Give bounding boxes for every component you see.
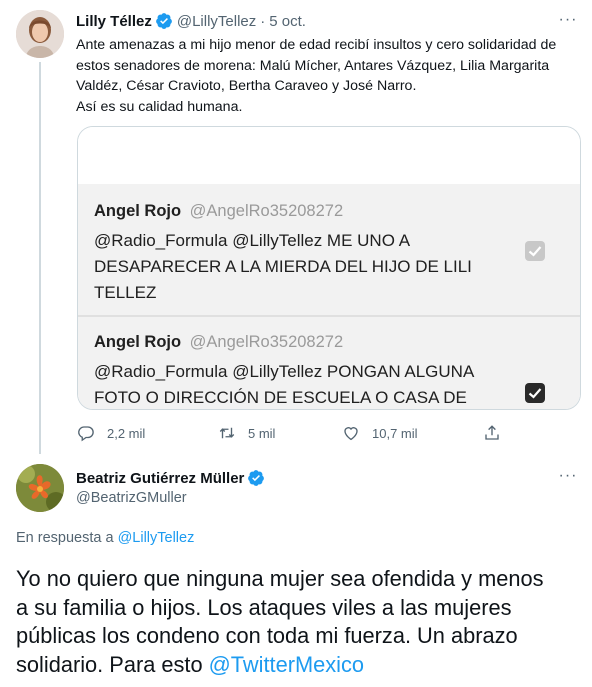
tweet-text-line: estos senadores de morena: Malú Mícher, … xyxy=(76,57,550,74)
screenshot-reply-handle: @AngelRo35208272 xyxy=(189,333,344,351)
image-blank-area xyxy=(78,127,580,183)
screenshot-reply-line: DESAPARECER A LA MIERDA DEL HIJO DE LILI xyxy=(94,257,472,276)
more-options-icon[interactable]: ··· xyxy=(556,466,580,486)
author-name-row: Beatriz Gutiérrez Müller xyxy=(76,468,269,488)
like-button[interactable]: 10,7 mil xyxy=(342,422,418,444)
replying-to: En respuesta a @LillyTellez xyxy=(16,530,194,546)
more-options-icon[interactable]: ··· xyxy=(556,10,580,30)
screenshot-reply-handle: @AngelRo35208272 xyxy=(189,202,344,220)
tweet-image[interactable]: Angel Rojo @AngelRo35208272 @Radio_Formu… xyxy=(77,126,581,410)
separator-dot: · xyxy=(260,12,266,30)
tweet-text-line: Yo no quiero que ninguna mujer sea ofend… xyxy=(16,566,544,591)
avatar-beatriz-gutierrez[interactable] xyxy=(16,464,64,512)
retweet-count: 5 mil xyxy=(248,425,276,441)
screenshot-reply-1: Angel Rojo @AngelRo35208272 @Radio_Formu… xyxy=(78,184,580,315)
checkbox-checked-icon xyxy=(525,241,545,261)
tweet-text-line: públicas los condeno con toda mi fuerza.… xyxy=(16,623,518,648)
screenshot-reply-line: FOTO O DIRECCIÓN DE ESCUELA O CASA DE xyxy=(94,388,467,407)
replying-prefix: En respuesta a xyxy=(16,530,114,546)
screenshot-reply-line: TELLEZ xyxy=(94,283,157,302)
tweet-text-line: Ante amenazas a mi hijo menor de edad re… xyxy=(76,37,557,53)
tweet-beatriz-gutierrez-header: Beatriz Gutiérrez Müller @BeatrizGMuller… xyxy=(0,452,592,530)
author-name[interactable]: Lilly Téllez xyxy=(76,13,152,30)
tweet-text-line: a su familia o hijos. Los ataques viles … xyxy=(16,594,512,620)
retweet-button[interactable]: 5 mil xyxy=(218,422,275,444)
screenshot-reply-name: Angel Rojo xyxy=(94,333,182,351)
reply-count: 2,2 mil xyxy=(107,425,146,441)
tweet-header: Lilly Téllez @LillyTellez · 5 oct. xyxy=(76,11,306,31)
share-button[interactable] xyxy=(483,422,501,444)
screenshot-reply-name: Angel Rojo xyxy=(94,202,182,220)
like-count: 10,7 mil xyxy=(372,425,418,441)
tweet-text-fragment: solidario. Para esto xyxy=(16,651,203,677)
verified-badge-icon xyxy=(247,469,265,487)
tweet-text: Ante amenazas a mi hijo menor de edad re… xyxy=(76,35,582,117)
tweet-text-main: Yo no quiero que ninguna mujer sea ofend… xyxy=(16,565,582,679)
mention-link[interactable]: @TwitterMexico xyxy=(209,652,364,677)
avatar-flower-icon xyxy=(16,464,64,512)
screenshot-reply-2: Angel Rojo @AngelRo35208272 @Radio_Formu… xyxy=(78,317,580,409)
verified-badge-icon xyxy=(155,12,173,30)
reply-button[interactable]: 2,2 mil xyxy=(77,422,145,444)
heart-icon xyxy=(344,427,358,441)
reply-icon xyxy=(78,426,94,442)
tweet-text-line: Valdéz, César Cravioto, Bertha Caraveo y… xyxy=(76,78,417,95)
tweet-date[interactable]: 5 oct. xyxy=(269,13,306,30)
author-handle[interactable]: @BeatrizGMuller xyxy=(76,490,187,506)
author-name[interactable]: Beatriz Gutiérrez Müller xyxy=(76,470,244,487)
replying-to-link[interactable]: @LillyTellez xyxy=(118,530,195,546)
screenshot-reply-line: @Radio_Formula @LillyTellez ME UNO A xyxy=(94,231,411,250)
share-icon xyxy=(485,425,499,440)
tweet-lilly-tellez[interactable]: Lilly Téllez @LillyTellez · 5 oct. ··· A… xyxy=(0,0,592,454)
thread-line xyxy=(39,62,41,454)
tweet-actions: 2,2 mil 5 mil 10,7 mil xyxy=(77,422,517,444)
screenshot-reply-line: @Radio_Formula @LillyTellez PONGAN ALGUN… xyxy=(94,362,475,381)
avatar-portrait-icon xyxy=(16,10,64,58)
tweet-text-line: Así es su calidad humana. xyxy=(76,98,243,115)
avatar-lilly-tellez[interactable] xyxy=(16,10,64,58)
checkbox-checked-icon xyxy=(525,383,545,403)
retweet-icon xyxy=(219,427,235,439)
author-handle[interactable]: @LillyTellez xyxy=(177,13,256,30)
tweet-text-line-last: solidario. Para esto @TwitterMexico xyxy=(16,651,582,680)
